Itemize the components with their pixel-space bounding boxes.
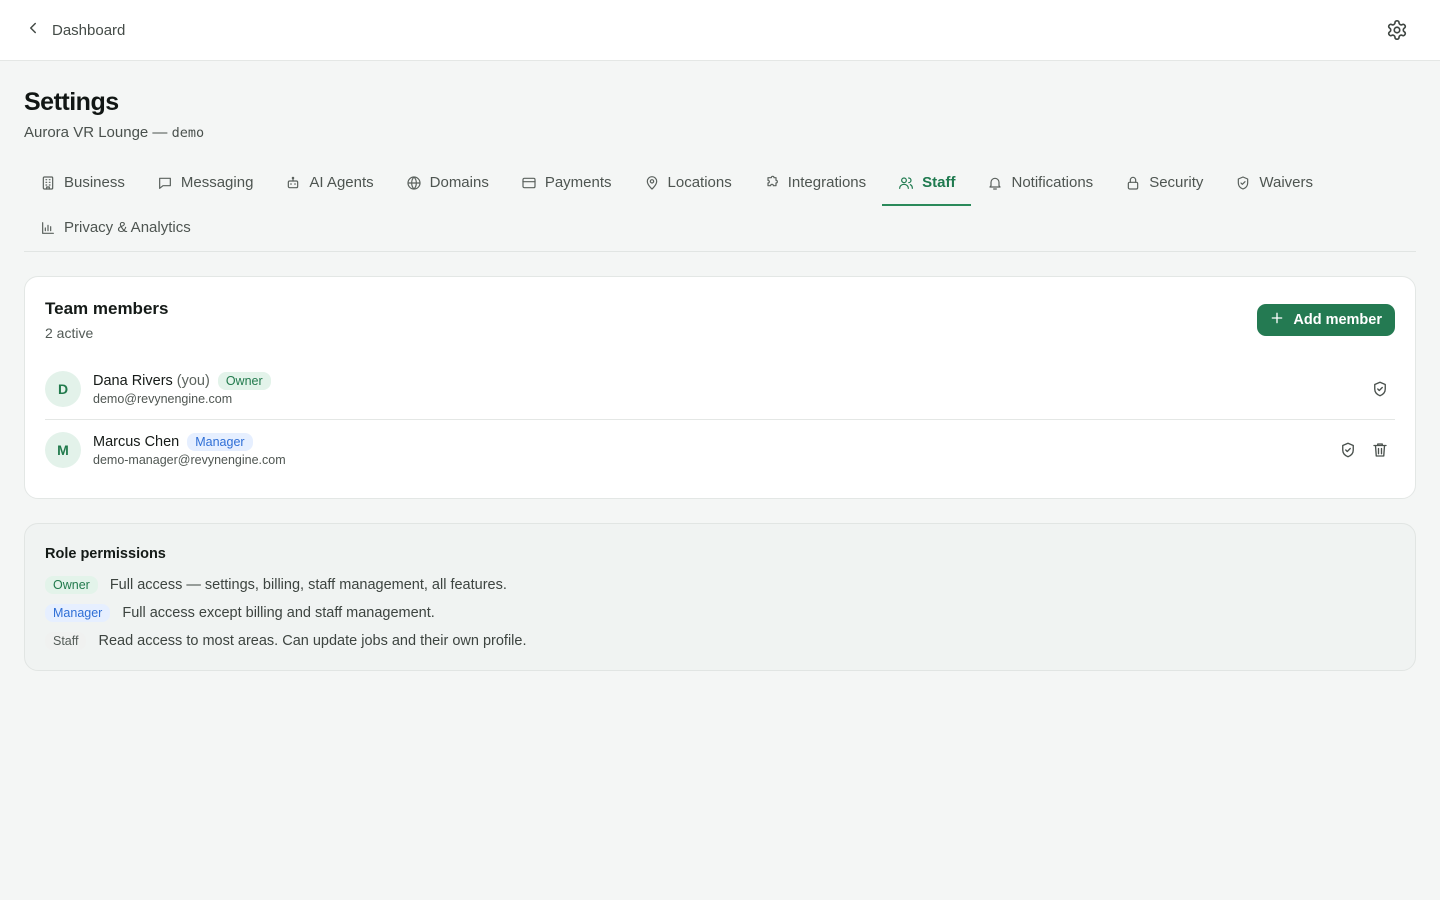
building-icon: [40, 175, 56, 191]
permission-description: Read access to most areas. Can update jo…: [98, 633, 527, 649]
member-email: demo-manager@revynengine.com: [93, 453, 286, 467]
tab-label: Payments: [544, 174, 612, 191]
users-icon: [898, 175, 914, 191]
permission-row: Manager Full access except billing and st…: [45, 604, 1395, 622]
back-to-dashboard-link[interactable]: Dashboard: [24, 19, 125, 41]
role-badge: Owner: [217, 371, 271, 390]
tab-label: Staff: [922, 174, 956, 191]
tab-waivers[interactable]: Waivers: [1219, 161, 1329, 206]
add-member-label: Add member: [1293, 312, 1382, 328]
tab-privacy-analytics[interactable]: Privacy & Analytics: [24, 206, 207, 251]
tab-integrations[interactable]: Integrations: [748, 161, 882, 206]
member-name: Marcus Chen: [93, 434, 180, 450]
role-badge: Manager: [187, 433, 253, 451]
map-pin-icon: [644, 175, 660, 191]
tab-label: Waivers: [1259, 174, 1313, 191]
puzzle-icon: [764, 175, 780, 191]
tab-ai-agents[interactable]: AI Agents: [269, 161, 389, 206]
top-bar: Dashboard: [0, 0, 1440, 61]
change-role-icon[interactable]: [1339, 441, 1357, 459]
page-header: Settings Aurora VR Lounge — demo: [0, 61, 1440, 141]
role-permissions-title: Role permissions: [45, 546, 166, 562]
bar-chart-icon: [40, 220, 56, 236]
tab-payments[interactable]: Payments: [505, 161, 628, 206]
lock-icon: [1125, 175, 1141, 191]
tab-label: AI Agents: [309, 174, 374, 191]
tab-notifications[interactable]: Notifications: [971, 161, 1109, 206]
tab-messaging[interactable]: Messaging: [141, 161, 270, 206]
owner-shield-icon[interactable]: [1371, 380, 1389, 398]
tab-label: Messaging: [180, 174, 254, 191]
role-badge: Manager: [45, 604, 111, 622]
bell-icon: [987, 175, 1003, 191]
chevron-left-icon: [24, 19, 42, 41]
tab-domains[interactable]: Domains: [390, 161, 505, 206]
plus-icon: [1269, 310, 1285, 330]
credit-card-icon: [521, 175, 537, 191]
page-title: Settings: [24, 88, 119, 116]
permission-description: Full access except billing and staff man…: [122, 605, 435, 621]
team-members-card: Team members 2 active Add member D Dana R…: [24, 276, 1416, 499]
member-email: demo@revynengine.com: [93, 391, 233, 406]
team-members-title: Team members: [45, 299, 169, 318]
tab-label: Locations: [667, 174, 732, 191]
business-name: Aurora VR Lounge —: [24, 124, 172, 141]
avatar: D: [45, 370, 81, 407]
member-row: M Marcus Chen Manager demo-manager@revyneng…: [45, 419, 1395, 480]
tab-staff[interactable]: Staff: [882, 161, 972, 206]
globe-icon: [406, 175, 422, 191]
tab-label: Notifications: [1011, 174, 1094, 191]
tab-label: Security: [1149, 174, 1204, 191]
avatar: M: [45, 432, 81, 468]
members-list: D Dana Rivers (you) Owner demo@revynengine.c…: [45, 358, 1395, 480]
page-subtitle: Aurora VR Lounge — demo: [24, 124, 1416, 141]
message-icon: [157, 175, 173, 191]
shield-check-icon: [1235, 175, 1251, 191]
tab-label: Business: [64, 174, 125, 191]
trash-icon[interactable]: [1371, 441, 1389, 459]
add-member-button[interactable]: Add member: [1257, 304, 1395, 336]
team-members-count: 2 active: [45, 325, 94, 341]
member-name: Dana Rivers: [93, 372, 173, 389]
tab-locations[interactable]: Locations: [628, 161, 748, 206]
back-label: Dashboard: [52, 21, 126, 39]
tab-label: Integrations: [787, 174, 867, 191]
role-badge: Owner: [45, 576, 98, 594]
role-badge: Staff: [45, 632, 87, 650]
you-indicator: (you): [176, 372, 210, 389]
bot-icon: [285, 175, 301, 191]
tab-label: Privacy & Analytics: [64, 219, 191, 236]
permission-row: Owner Full access — settings, billing, st…: [45, 576, 1395, 594]
gear-icon[interactable]: [1386, 19, 1408, 41]
role-permissions-card: Role permissions Owner Full access — sett…: [24, 523, 1416, 671]
business-slug: demo: [171, 125, 205, 141]
tab-label: Domains: [429, 174, 489, 191]
member-row: D Dana Rivers (you) Owner demo@revynengine.c…: [45, 358, 1395, 419]
tab-business[interactable]: Business: [24, 161, 141, 206]
permission-row: Staff Read access to most areas. Can upda…: [45, 632, 1395, 650]
permission-description: Full access — settings, billing, staff m…: [109, 577, 507, 593]
settings-tabs: Business Messaging AI Agents Domains Payment…: [24, 161, 1416, 252]
tab-security[interactable]: Security: [1109, 161, 1219, 206]
